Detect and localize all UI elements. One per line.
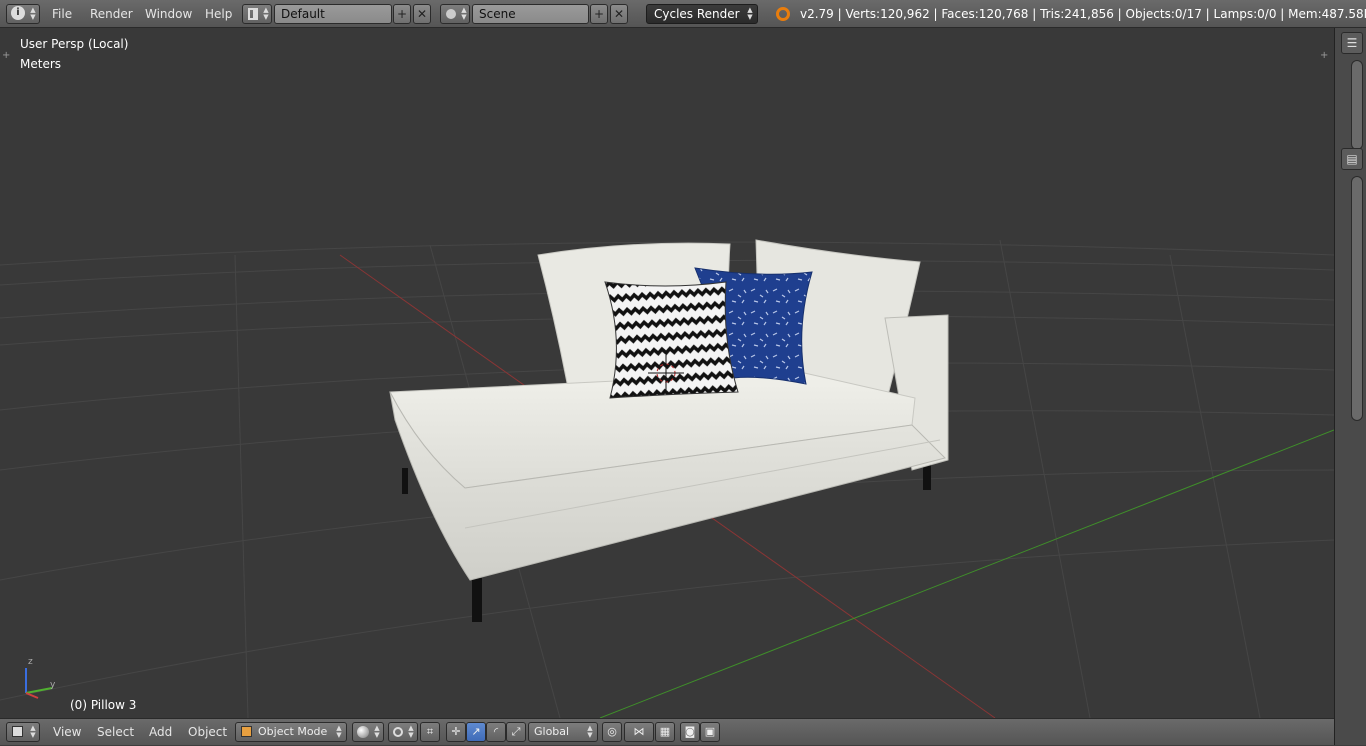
mode-label: Object Mode: [258, 725, 328, 738]
viewport-shading-dropdown[interactable]: ▲ ▼: [352, 722, 384, 742]
scene-name[interactable]: Scene: [472, 4, 589, 24]
chevron-updown-icon: ▲ ▼: [461, 6, 467, 21]
layers-icon[interactable]: ◎: [602, 722, 622, 742]
menu-file[interactable]: File: [52, 0, 72, 28]
render-preview-icon[interactable]: ◙: [680, 722, 700, 742]
pivot-icon: [393, 727, 403, 737]
scene-selector[interactable]: ▲ ▼: [440, 4, 470, 24]
properties-scrollbar[interactable]: [1351, 176, 1363, 421]
active-object-label: (0) Pillow 3: [70, 698, 137, 712]
chevron-updown-icon: ▲ ▼: [336, 724, 342, 739]
translate-manipulator-icon[interactable]: ↗: [466, 722, 486, 742]
render-engine-label: Cycles Render: [654, 7, 740, 21]
menu-help[interactable]: Help: [205, 0, 232, 28]
3d-viewport[interactable]: User Persp (Local) Meters (0) Pillow 3 z…: [0, 28, 1334, 718]
screen-layout-name[interactable]: Default: [274, 4, 392, 24]
object-mode-icon: [241, 726, 252, 737]
chevron-updown-icon: ▲ ▼: [587, 724, 593, 739]
solid-sphere-icon: [357, 726, 369, 738]
orientation-label: Global: [534, 725, 570, 738]
outliner-scrollbar[interactable]: [1351, 60, 1363, 150]
snap-icon[interactable]: ▦: [655, 722, 675, 742]
menu-window[interactable]: Window: [145, 0, 192, 28]
transform-orientation-dropdown[interactable]: Global ▲ ▼: [528, 722, 598, 742]
tool-shelf-toggle-icon[interactable]: +: [2, 50, 10, 61]
info-icon: i: [11, 6, 25, 20]
add-scene-icon[interactable]: +: [590, 4, 608, 24]
scene-statistics: v2.79 | Verts:120,962 | Faces:120,768 | …: [800, 7, 1366, 21]
editor-type-3dview-button[interactable]: ▲ ▼: [6, 722, 40, 742]
cube-icon: [12, 726, 23, 737]
properties-icon[interactable]: ▤: [1341, 148, 1363, 170]
pivot-point-dropdown[interactable]: ▲ ▼: [388, 722, 418, 742]
axis-z-label: z: [28, 657, 33, 667]
right-editor-strip: ☰ ▤: [1334, 28, 1366, 745]
viewport-scene: [0, 239, 1334, 718]
remove-layout-icon[interactable]: ✕: [413, 4, 431, 24]
chevron-updown-icon: ▲ ▼: [263, 6, 269, 21]
editor-type-button[interactable]: i ▲ ▼: [6, 4, 40, 24]
chevron-updown-icon: ▲ ▼: [408, 724, 414, 739]
interaction-mode-dropdown[interactable]: Object Mode ▲ ▼: [235, 722, 347, 742]
proportional-edit-icon[interactable]: ⋈: [624, 722, 654, 742]
blender-logo-icon: [776, 7, 790, 21]
layout-grid-icon: [248, 8, 258, 20]
chevron-updown-icon: ▲ ▼: [30, 724, 36, 739]
screen-layout-selector[interactable]: ▲ ▼: [242, 4, 272, 24]
3d-view-header: ▲ ▼ View Select Add Object Object Mode ▲ ▼…: [0, 718, 1334, 745]
remove-scene-icon[interactable]: ✕: [610, 4, 628, 24]
scene-icon: [446, 9, 456, 19]
axis-gizmo: [25, 668, 53, 699]
outliner-icon[interactable]: ☰: [1341, 32, 1363, 54]
view-name-label: User Persp (Local): [20, 37, 129, 51]
menu-add[interactable]: Add: [149, 719, 172, 746]
render-animation-icon[interactable]: ▣: [700, 722, 720, 742]
menu-view[interactable]: View: [53, 719, 81, 746]
properties-toggle-icon[interactable]: +: [1320, 50, 1328, 61]
add-layout-icon[interactable]: +: [393, 4, 411, 24]
manipulate-center-points-icon[interactable]: ⌗: [420, 722, 440, 742]
units-label: Meters: [20, 57, 62, 71]
render-engine-dropdown[interactable]: Cycles Render ▲ ▼: [646, 4, 758, 24]
menu-render[interactable]: Render: [90, 0, 133, 28]
sofa-leg: [472, 578, 482, 622]
sofa-leg: [402, 468, 408, 494]
scale-manipulator-icon[interactable]: ⤢: [506, 722, 526, 742]
chevron-updown-icon: ▲ ▼: [30, 6, 36, 21]
rotate-manipulator-icon[interactable]: ◜: [486, 722, 506, 742]
axis-y-label: y: [50, 680, 56, 690]
menu-select[interactable]: Select: [97, 719, 134, 746]
transform-manipulators-icon[interactable]: ✛: [446, 722, 466, 742]
menu-object[interactable]: Object: [188, 719, 227, 746]
chevron-updown-icon: ▲ ▼: [374, 724, 380, 739]
chevron-updown-icon: ▲ ▼: [747, 6, 753, 21]
info-header: i ▲ ▼ File Render Window Help ▲ ▼ Default …: [0, 0, 1366, 28]
